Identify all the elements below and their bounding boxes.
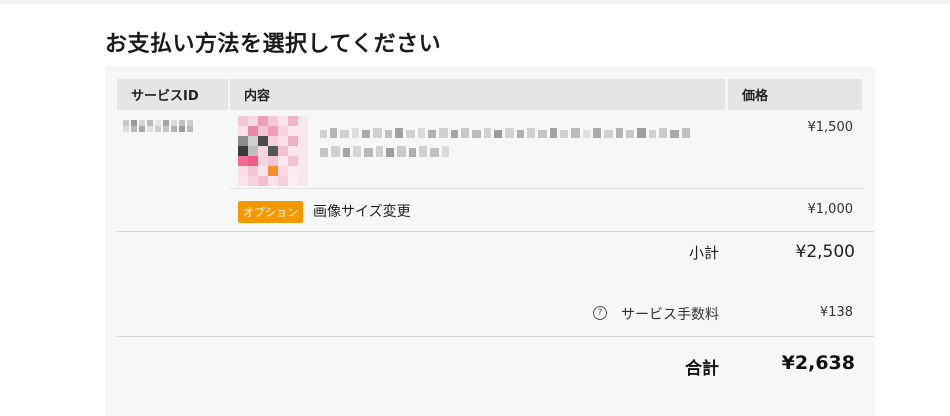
- service-id-redacted: [123, 120, 193, 132]
- subtotal-label: 小計: [688, 244, 719, 262]
- item-thumbnail[interactable]: [238, 116, 308, 186]
- option-price: ¥1,000: [807, 202, 854, 217]
- top-border: [0, 0, 950, 4]
- service-fee-label: サービス手数料: [621, 307, 719, 323]
- total-value: ¥2,638: [781, 352, 855, 374]
- option-label: 画像サイズ変更: [313, 204, 411, 220]
- column-header-service-id: サービスID: [117, 79, 228, 110]
- item-title-redacted[interactable]: [320, 124, 700, 166]
- item-price: ¥1,500: [807, 120, 854, 135]
- column-header-content: 内容: [230, 79, 725, 110]
- option-badge: オプション: [238, 201, 303, 223]
- divider: [117, 231, 874, 232]
- service-fee-value: ¥138: [819, 305, 853, 320]
- total-label: 合計: [685, 359, 719, 379]
- page-title: お支払い方法を選択してください: [105, 32, 442, 57]
- subtotal-value: ¥2,500: [795, 242, 855, 262]
- order-summary-panel: サービスID 内容 価格 ¥1,500 オプション 画像サイズ変更 ¥1,000…: [105, 66, 875, 416]
- question-circle-icon[interactable]: ?: [593, 306, 607, 320]
- column-header-price: 価格: [728, 79, 862, 110]
- divider: [117, 336, 874, 337]
- row-divider: [230, 188, 864, 189]
